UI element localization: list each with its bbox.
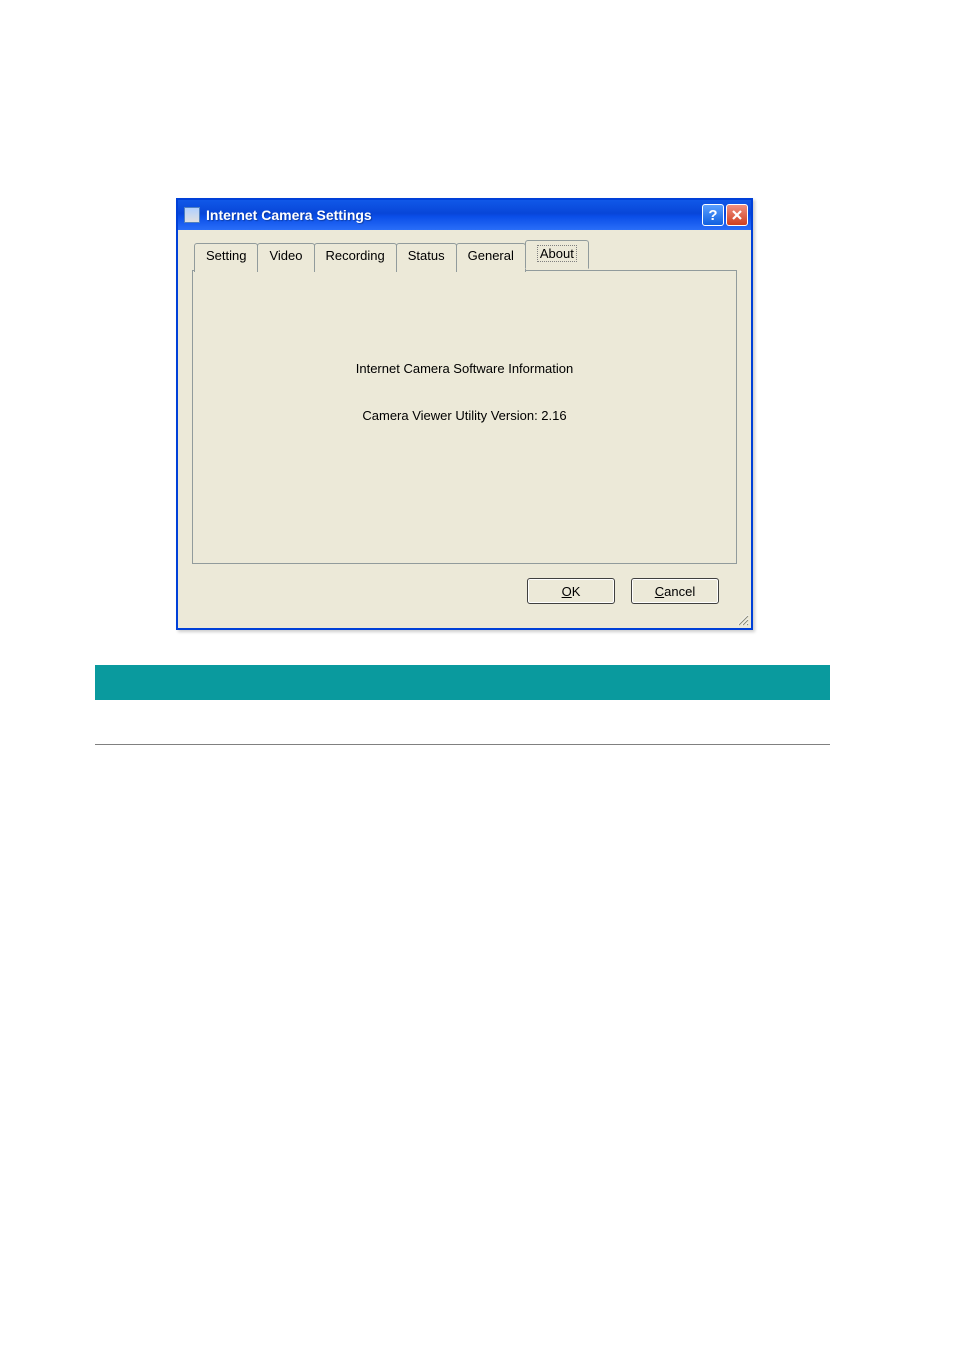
titlebar[interactable]: Internet Camera Settings ?: [178, 200, 751, 230]
tab-general[interactable]: General: [456, 243, 526, 272]
cancel-button[interactable]: Cancel: [631, 578, 719, 604]
software-info-label: Internet Camera Software Information: [193, 361, 736, 376]
tab-status[interactable]: Status: [396, 243, 457, 272]
tab-setting[interactable]: Setting: [194, 243, 258, 272]
divider-line: [95, 744, 830, 745]
tab-about[interactable]: About: [525, 240, 589, 269]
tab-video[interactable]: Video: [257, 243, 314, 272]
tab-recording[interactable]: Recording: [314, 243, 397, 272]
close-button[interactable]: [726, 204, 748, 226]
resize-grip[interactable]: [735, 612, 749, 626]
window-body: Setting Video Recording Status General A…: [178, 230, 751, 628]
settings-window: Internet Camera Settings ? Setting Video…: [176, 198, 753, 630]
window-title: Internet Camera Settings: [206, 207, 702, 223]
help-button[interactable]: ?: [702, 204, 724, 226]
tabs-row: Setting Video Recording Status General A…: [194, 242, 737, 271]
close-icon: [731, 209, 743, 221]
app-icon: [184, 207, 200, 223]
resize-grip-icon: [735, 612, 749, 626]
teal-strip: [95, 665, 830, 700]
tab-panel-about: Internet Camera Software Information Cam…: [192, 270, 737, 564]
dialog-button-row: OK Cancel: [192, 564, 737, 604]
about-content: Internet Camera Software Information Cam…: [193, 271, 736, 423]
ok-button[interactable]: OK: [527, 578, 615, 604]
version-label: Camera Viewer Utility Version: 2.16: [193, 408, 736, 423]
title-buttons: ?: [702, 204, 748, 226]
